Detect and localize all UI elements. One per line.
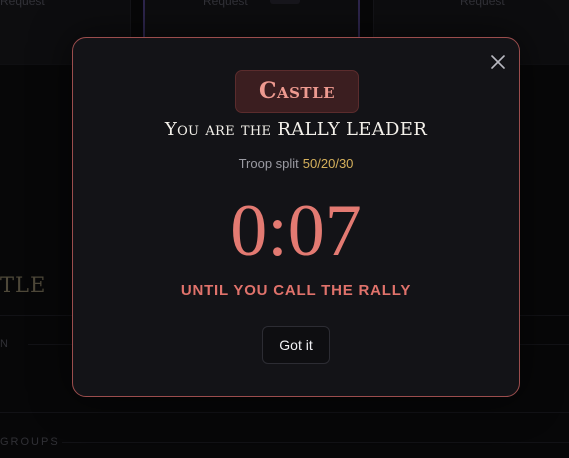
app-stage: Request Request Request TLE N GROUPS Cas… [0, 0, 569, 458]
troop-split-label: Troop split [238, 156, 299, 171]
close-button[interactable] [488, 52, 508, 72]
troop-split: Troop split 50/20/30 [73, 156, 519, 171]
got-it-button[interactable]: Got it [262, 326, 330, 364]
countdown-timer: 0:07 [230, 190, 362, 272]
modal-headline: You are the RALLY LEADER [164, 119, 428, 140]
countdown-caption: UNTIL YOU CALL THE RALLY [180, 282, 412, 299]
troop-split-value: 50/20/30 [302, 156, 354, 171]
rally-leader-modal: Castle You are the RALLY LEADER Troop sp… [72, 37, 520, 397]
target-badge: Castle [235, 70, 359, 113]
close-icon [488, 52, 508, 72]
